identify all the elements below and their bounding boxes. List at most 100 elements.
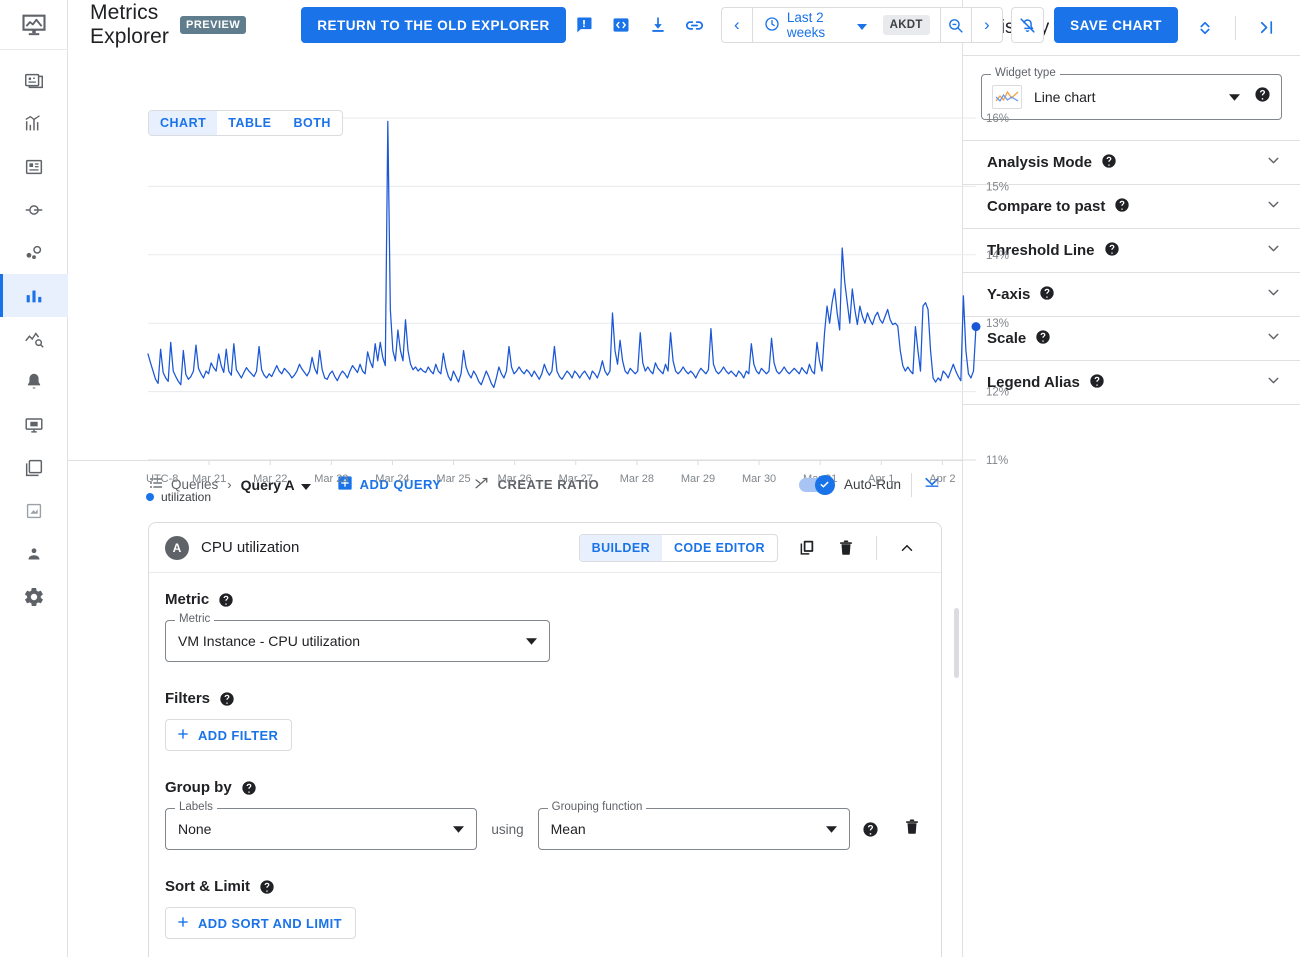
auto-run-toggle[interactable] [798,474,835,495]
tab-code-editor[interactable]: CODE EDITOR [662,535,777,561]
chevron-down-icon[interactable] [1265,240,1282,262]
metric-select[interactable]: Metric VM Instance - CPU utilization [165,613,550,662]
help-icon[interactable] [241,780,257,796]
plus-icon [176,915,190,932]
metrics-explorer-app: Metrics Explorer PREVIEW RETURN TO THE O… [0,0,1300,957]
svg-text:Mar 25: Mar 25 [436,473,470,485]
trash-icon[interactable] [826,528,866,568]
vertical-scrollbar[interactable] [954,608,959,678]
tab-chart[interactable]: CHART [149,111,218,135]
add-sort-and-limit-button[interactable]: ADD SORT AND LIMIT [165,907,356,939]
sort-limit-heading-label: Sort & Limit [165,878,250,895]
metric-value: VM Instance - CPU utilization [178,633,361,649]
help-icon[interactable] [1089,373,1105,393]
group-by-labels-select[interactable]: Labels None [165,801,478,850]
svg-text:Mar 21: Mar 21 [192,473,226,485]
help-icon[interactable] [1039,285,1055,305]
timezone-chip[interactable]: AKDT [882,15,930,35]
help-icon[interactable] [1114,197,1130,217]
svg-text:Mar 28: Mar 28 [620,473,654,485]
help-icon[interactable] [1254,86,1271,108]
sidebar-item-overview[interactable] [0,59,68,102]
expand-collapse-icon[interactable] [1185,8,1225,48]
chevron-down-icon[interactable] [1265,196,1282,218]
query-builder-scroll-area[interactable]: A CPU utilization BUILDER CODE EDITOR Me… [68,508,962,957]
tab-table[interactable]: TABLE [217,111,282,135]
help-icon[interactable] [218,592,234,608]
group-by-section-heading: Group by [165,779,921,796]
help-icon[interactable] [219,691,235,707]
download-icon[interactable] [639,5,676,45]
chevron-down-icon [526,632,537,650]
sidebar-item-profiler[interactable] [0,532,68,575]
widget-type-value: Line chart [1034,89,1096,105]
sidebar-item-integrations[interactable] [0,489,68,532]
sidebar-item-alerting[interactable] [0,360,68,403]
chart-legend[interactable]: utilization [146,490,211,504]
builder-mode-toggle[interactable]: BUILDER CODE EDITOR [578,533,778,562]
monitoring-logo-icon [0,0,68,50]
chart-panel: CHART TABLE BOTH 11% 12% 13% 14% 15% 16% UTC-8… [68,50,1009,521]
svg-text:14%: 14% [986,250,1009,262]
code-icon[interactable] [602,5,639,45]
time-range-dropdown[interactable]: Last 2 weeks AKDT [753,8,940,42]
sidebar-item-metrics-scope[interactable] [0,145,68,188]
time-range-prev-button[interactable]: ‹ [722,8,753,42]
zoom-out-icon[interactable] [939,8,971,42]
collapse-query-card-icon[interactable] [887,528,927,568]
main-column: Metrics Explorer PREVIEW RETURN TO THE O… [68,0,1178,957]
page-title: Metrics Explorer [90,1,169,48]
group-by-heading-label: Group by [165,779,232,796]
tab-both[interactable]: BOTH [283,111,342,135]
query-card-header: A CPU utilization BUILDER CODE EDITOR [149,523,941,573]
help-icon[interactable] [259,879,275,895]
svg-text:Mar 22: Mar 22 [253,473,287,485]
plus-icon [176,727,190,744]
chevron-down-icon[interactable] [1265,328,1282,350]
chevron-down-icon[interactable] [1265,152,1282,174]
labels-field-label: Labels [175,801,217,813]
time-range-next-button[interactable]: › [970,8,1002,42]
add-filter-button[interactable]: ADD FILTER [165,719,293,751]
chevron-down-icon[interactable] [1265,372,1282,394]
grouping-function-field-label: Grouping function [547,801,647,813]
sidebar-item-metrics-explorer[interactable] [0,274,68,317]
metric-section-heading: Metric [165,591,921,608]
sidebar-item-uptime-checks[interactable] [0,403,68,446]
tab-builder[interactable]: BUILDER [579,534,662,561]
chevron-down-icon [826,820,837,838]
delete-group-by-icon[interactable] [903,818,921,841]
duplicate-icon[interactable] [786,528,826,568]
return-to-old-explorer-button[interactable]: RETURN TO THE OLD EXPLORER [301,7,566,43]
help-icon[interactable] [862,821,879,838]
clock-icon [764,16,780,35]
save-chart-button[interactable]: SAVE CHART [1054,7,1178,43]
help-icon[interactable] [1035,329,1051,349]
chart-plot-area[interactable]: 11% 12% 13% 14% 15% 16% UTC-8 Mar 21 Mar 22 Mar 2… [68,110,1009,485]
svg-text:Mar 24: Mar 24 [375,473,409,485]
help-icon[interactable] [1104,241,1120,261]
toggle-knob [814,474,835,495]
chevron-down-icon [453,820,465,838]
time-range-selector[interactable]: ‹ Last 2 weeks AKDT › [720,7,1003,43]
feedback-icon[interactable] [566,5,603,45]
bell-off-icon[interactable] [1010,7,1045,43]
sidebar-item-dashboards[interactable] [0,102,68,145]
sidebar-item-analysis[interactable] [0,317,68,360]
time-range-label: Last 2 weeks [786,10,826,40]
collapse-right-icon[interactable] [1246,8,1286,48]
sidebar-item-slo[interactable] [0,231,68,274]
using-label: using [491,821,524,837]
chevron-down-icon [1229,88,1240,106]
preview-badge: PREVIEW [179,16,247,34]
widget-type-select[interactable]: Widget type Line chart [981,67,1282,120]
sidebar-item-groups[interactable] [0,446,68,489]
sidebar-item-settings[interactable] [0,575,68,618]
sidebar-item-services[interactable] [0,188,68,231]
chevron-down-icon[interactable] [1265,284,1282,306]
help-icon[interactable] [1101,153,1117,173]
chart-view-toggle[interactable]: CHART TABLE BOTH [148,110,343,136]
grouping-function-select[interactable]: Grouping function Mean [537,801,850,850]
link-icon[interactable] [676,5,713,45]
sort-limit-section-heading: Sort & Limit [165,878,921,895]
